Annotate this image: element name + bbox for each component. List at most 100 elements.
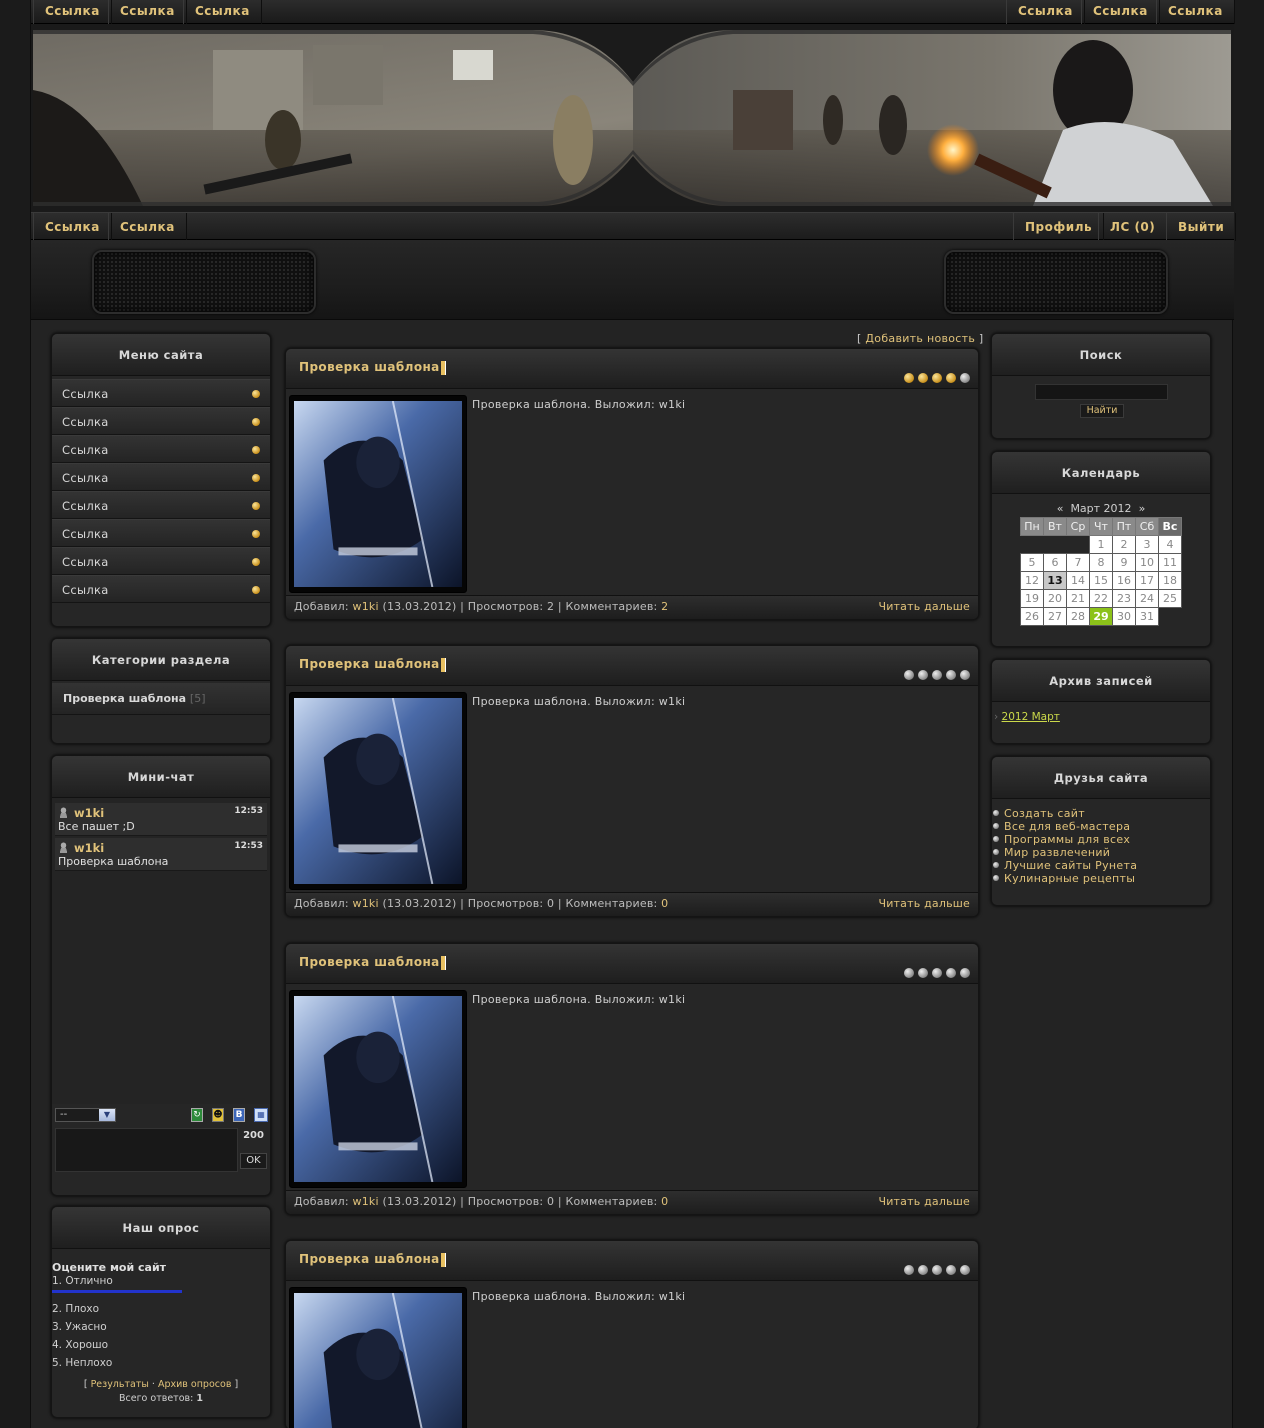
post-comments-link[interactable]: 2 — [661, 600, 668, 613]
star-icon[interactable] — [918, 968, 928, 978]
smiley-icon[interactable]: ☻ — [212, 1108, 224, 1122]
calendar-prev-link[interactable]: « — [1057, 502, 1064, 515]
poll-archive-link[interactable]: Архив опросов — [158, 1379, 231, 1390]
calendar-empty-cell — [1021, 536, 1044, 554]
calendar-next-link[interactable]: » — [1139, 502, 1146, 515]
post-title[interactable]: Проверка шаблона — [299, 955, 440, 969]
archive-link[interactable]: 2012 Март — [1002, 711, 1060, 723]
menu-item-2[interactable]: Ссылка — [52, 407, 270, 435]
archive-arrow-icon: › — [994, 711, 999, 723]
post-thumbnail[interactable] — [289, 990, 467, 1188]
page-container: Ссылка Ссылка Ссылка Ссылка Ссылка Ссылк… — [30, 0, 1237, 1428]
top-nav-link-5[interactable]: Ссылка — [1081, 0, 1160, 24]
friend-link[interactable]: Создать сайт — [992, 807, 1210, 820]
read-more-link[interactable]: Читать дальше — [878, 1191, 970, 1213]
read-more-link[interactable]: Читать дальше — [878, 893, 970, 915]
post-author-link[interactable]: w1ki — [353, 897, 379, 910]
menu-item-4[interactable]: Ссылка — [52, 463, 270, 491]
calendar-day: 6 — [1043, 553, 1067, 572]
chat-select[interactable]: -- ▼ — [55, 1108, 116, 1122]
star-icon[interactable] — [918, 670, 928, 680]
post-title[interactable]: Проверка шаблона — [299, 657, 440, 671]
chat-user[interactable]: w1ki — [58, 806, 264, 820]
sub-nav-link-1[interactable]: Ссылка — [33, 213, 112, 241]
profile-link[interactable]: Профиль — [1013, 213, 1105, 241]
spiderman-image — [294, 1292, 462, 1428]
star-icon[interactable] — [960, 373, 970, 383]
star-icon[interactable] — [932, 1265, 942, 1275]
friend-link[interactable]: Кулинарные рецепты — [992, 872, 1210, 885]
star-icon[interactable] — [946, 1265, 956, 1275]
top-nav-link-3[interactable]: Ссылка — [183, 0, 262, 24]
star-icon[interactable] — [932, 968, 942, 978]
poll-results-link[interactable]: Результаты — [91, 1379, 149, 1390]
search-input[interactable] — [1035, 384, 1168, 400]
star-icon[interactable] — [904, 670, 914, 680]
poll-option-2: 2. Плохо — [52, 1303, 100, 1315]
menu-item-3[interactable]: Ссылка — [52, 435, 270, 463]
star-icon[interactable] — [932, 373, 942, 383]
post-title[interactable]: Проверка шаблона — [299, 360, 440, 374]
calendar-day[interactable]: 29 — [1089, 607, 1113, 626]
chat-message: w1ki 12:53 Все пашет ;D — [55, 803, 267, 836]
star-icon[interactable] — [918, 1265, 928, 1275]
star-icon[interactable] — [904, 968, 914, 978]
logout-link[interactable]: Выйти — [1166, 213, 1237, 241]
calendar-day: 5 — [1020, 553, 1044, 572]
refresh-icon[interactable]: ↻ — [191, 1108, 203, 1122]
star-icon[interactable] — [960, 968, 970, 978]
search-button[interactable]: Найти — [1080, 404, 1124, 418]
chat-message-input[interactable] — [55, 1128, 238, 1172]
friend-link[interactable]: Мир развлечений — [992, 846, 1210, 859]
read-more-link[interactable]: Читать дальше — [878, 596, 970, 618]
post-thumbnail[interactable] — [289, 692, 467, 890]
post-thumbnail[interactable] — [289, 1287, 467, 1428]
menu-item-7[interactable]: Ссылка — [52, 547, 270, 575]
post-comments-link[interactable]: 0 — [661, 897, 668, 910]
menu-item-5[interactable]: Ссылка — [52, 491, 270, 519]
menu-item-6[interactable]: Ссылка — [52, 519, 270, 547]
messages-link[interactable]: ЛС (0) — [1098, 213, 1168, 241]
poll-option-3: 3. Ужасно — [52, 1321, 107, 1333]
chat-user[interactable]: w1ki — [58, 841, 264, 855]
friend-link[interactable]: Все для веб-мастера — [992, 820, 1210, 833]
category-item[interactable]: Проверка шаблона [5] — [52, 683, 270, 715]
chat-form: 200 OK — [52, 1126, 270, 1174]
star-icon[interactable] — [946, 670, 956, 680]
top-nav-link-4[interactable]: Ссылка — [1006, 0, 1085, 24]
calendar-day: 23 — [1112, 589, 1136, 608]
post-thumbnail[interactable] — [289, 395, 467, 593]
star-icon[interactable] — [946, 968, 956, 978]
post-author-link[interactable]: w1ki — [353, 600, 379, 613]
calendar-day: 27 — [1043, 607, 1067, 626]
menu-item-1[interactable]: Ссылка — [52, 379, 270, 407]
post-title[interactable]: Проверка шаблона — [299, 1252, 440, 1266]
top-nav-link-6[interactable]: Ссылка — [1156, 0, 1235, 24]
post-author-link[interactable]: w1ki — [353, 1195, 379, 1208]
star-icon[interactable] — [960, 670, 970, 680]
chat-submit-button[interactable]: OK — [240, 1153, 267, 1169]
star-icon[interactable] — [904, 1265, 914, 1275]
top-nav-link-1[interactable]: Ссылка — [33, 0, 112, 24]
post-comments-link[interactable]: 0 — [661, 1195, 668, 1208]
post-text: Проверка шаблона. Выложил: w1ki — [472, 1290, 686, 1303]
chat-message: w1ki 12:53 Проверка шаблона — [55, 838, 267, 871]
friend-link[interactable]: Программы для всех — [992, 833, 1210, 846]
sub-nav-link-2[interactable]: Ссылка — [108, 213, 187, 241]
top-nav-link-2[interactable]: Ссылка — [108, 0, 187, 24]
friend-link[interactable]: Лучшие сайты Рунета — [992, 859, 1210, 872]
add-news-link[interactable]: Добавить новость — [865, 332, 975, 345]
categories-title: Категории раздела — [52, 639, 270, 681]
calendar-month-nav: « Март 2012 » — [992, 502, 1210, 515]
chat-rules-icon[interactable]: ▦ — [254, 1108, 268, 1122]
menu-item-8[interactable]: Ссылка — [52, 575, 270, 603]
star-icon[interactable] — [904, 373, 914, 383]
post-body: Проверка шаблона. Выложил: w1ki — [286, 1281, 978, 1428]
star-icon[interactable] — [918, 373, 928, 383]
star-icon[interactable] — [946, 373, 956, 383]
bbcode-icon[interactable]: B — [233, 1108, 245, 1122]
star-icon[interactable] — [932, 670, 942, 680]
calendar-empty-cell — [1067, 536, 1090, 554]
star-icon[interactable] — [960, 1265, 970, 1275]
post-1: Проверка шаблона Проверка шаблона. Вылож… — [285, 348, 979, 620]
